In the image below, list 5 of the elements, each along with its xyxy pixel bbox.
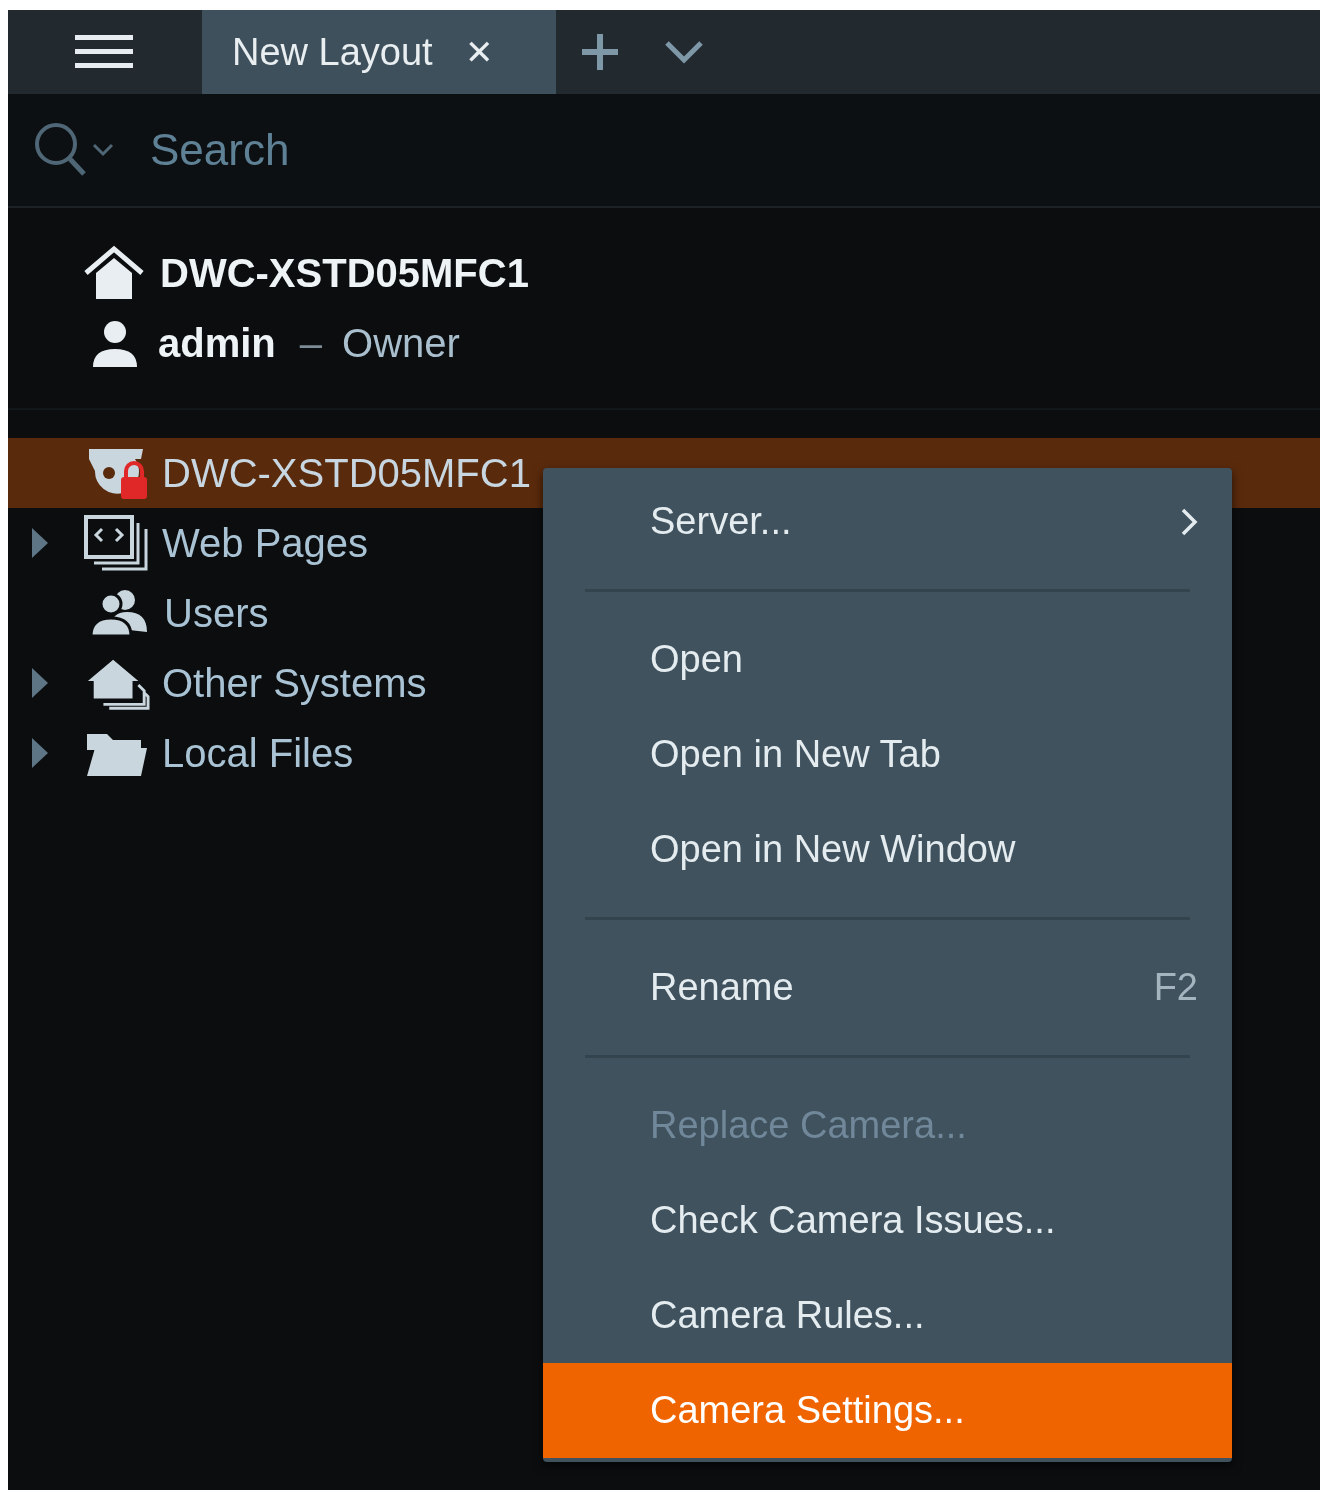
user-role: Owner bbox=[342, 320, 460, 367]
shortcut-hint: F2 bbox=[1153, 965, 1198, 1010]
user-name: admin bbox=[158, 320, 276, 367]
dash-separator: – bbox=[299, 320, 323, 367]
server-name: DWC-XSTD05MFC1 bbox=[160, 250, 529, 297]
